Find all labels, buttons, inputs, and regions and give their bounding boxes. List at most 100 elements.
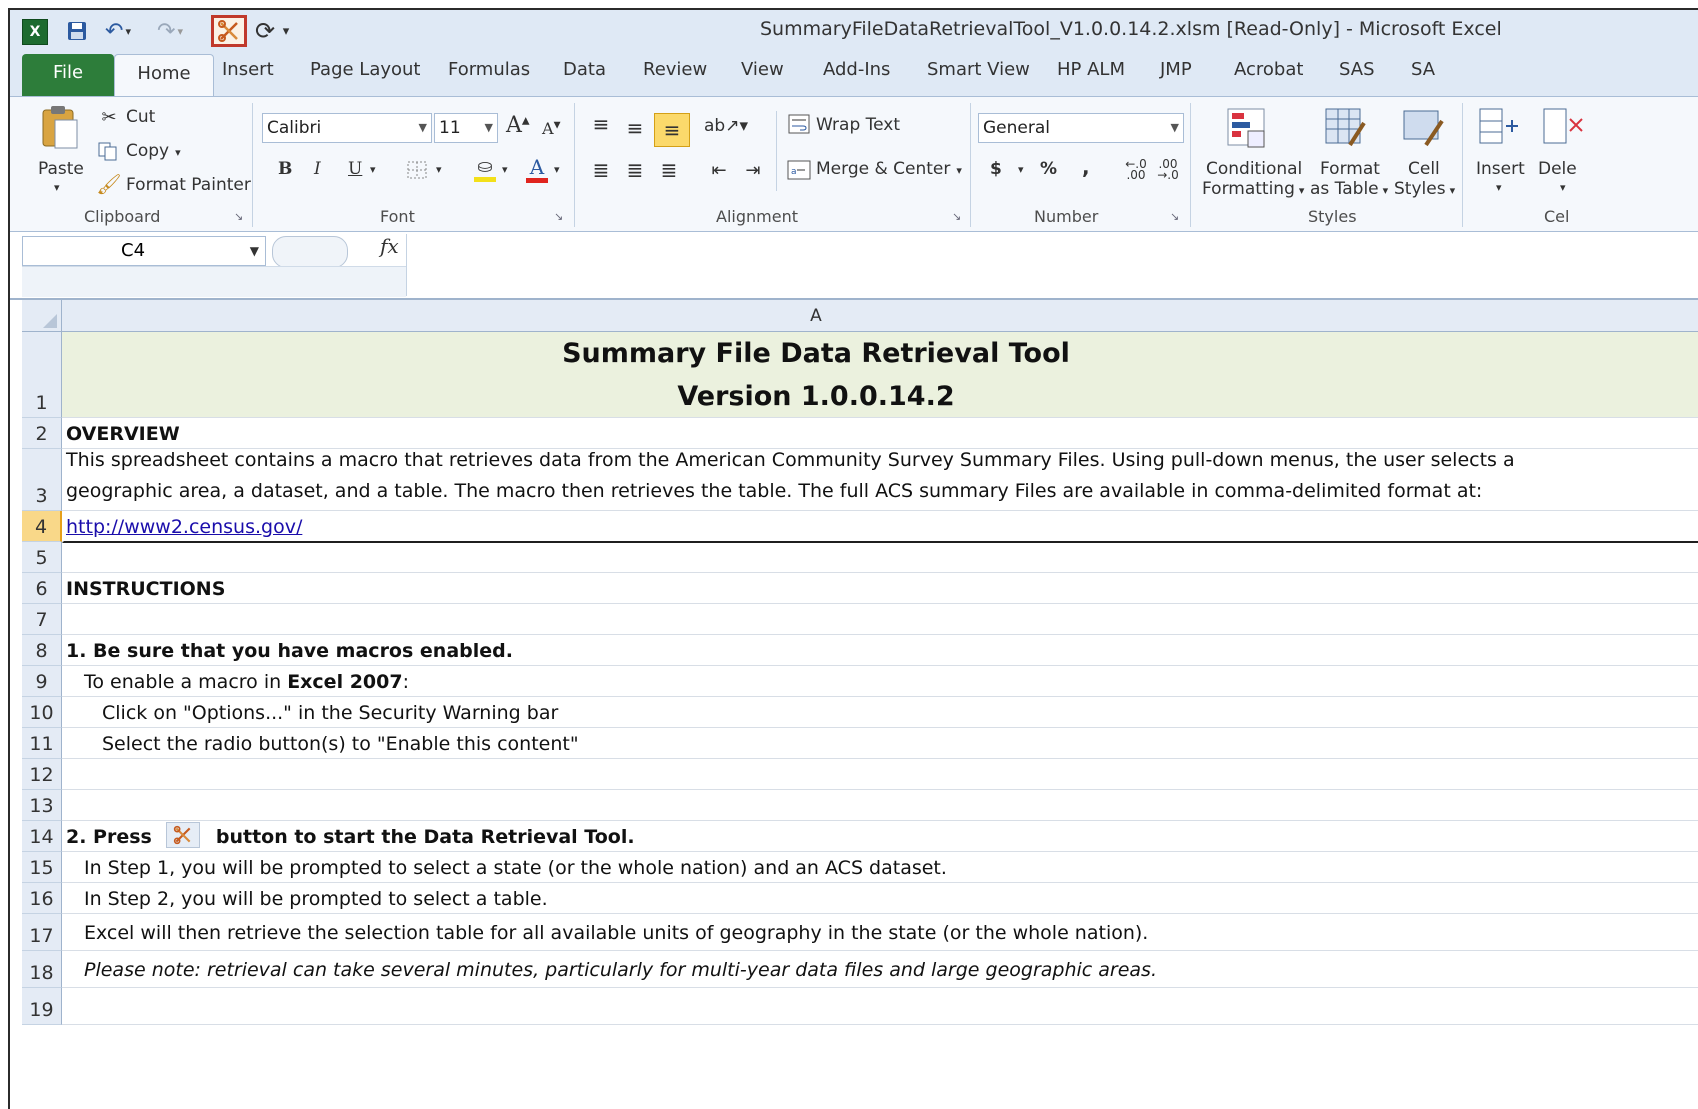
overview-text-cell[interactable]: This spreadsheet contains a macro that r… bbox=[62, 449, 1698, 511]
underline-dropdown-icon[interactable]: ▾ bbox=[370, 163, 376, 176]
copy-button[interactable]: Copy ▾ bbox=[126, 141, 181, 161]
decrease-indent-icon[interactable]: ⇤ bbox=[706, 159, 732, 181]
step-1-heading[interactable]: 1. Be sure that you have macros enabled. bbox=[62, 635, 1698, 666]
align-right-icon[interactable]: ≣ bbox=[656, 158, 682, 182]
format-painter-icon[interactable]: 🖌 bbox=[96, 172, 122, 196]
refresh-icon[interactable]: ⟳ bbox=[252, 17, 278, 45]
comma-button[interactable]: , bbox=[1082, 155, 1090, 179]
tab-review[interactable]: Review bbox=[643, 59, 707, 80]
empty-cell[interactable] bbox=[62, 604, 1698, 635]
column-header-a[interactable]: A bbox=[62, 306, 1570, 326]
format-as-table-button[interactable]: Format bbox=[1320, 159, 1380, 179]
align-bottom-icon[interactable]: ≡ bbox=[654, 113, 690, 147]
row-header[interactable]: 16 bbox=[22, 883, 62, 914]
alignment-launcher-icon[interactable]: ↘ bbox=[952, 210, 961, 223]
insert-cells-dropdown-icon[interactable]: ▾ bbox=[1496, 181, 1502, 194]
options-instruction-cell[interactable]: Click on "Options..." in the Security Wa… bbox=[62, 697, 1698, 728]
tab-sa[interactable]: SA bbox=[1411, 59, 1435, 80]
note-cell[interactable]: Please note: retrieval can take several … bbox=[62, 951, 1698, 988]
number-format-select[interactable]: General ▼ bbox=[978, 113, 1184, 143]
tab-file[interactable]: File bbox=[22, 54, 114, 96]
row-header[interactable]: 10 bbox=[22, 697, 62, 728]
instructions-heading[interactable]: INSTRUCTIONS bbox=[62, 573, 1698, 604]
align-top-icon[interactable]: ≡ bbox=[588, 112, 614, 136]
cell-styles-button-line2[interactable]: Styles ▾ bbox=[1394, 179, 1455, 199]
row-header[interactable]: 5 bbox=[22, 542, 62, 573]
empty-cell[interactable] bbox=[62, 542, 1698, 573]
tab-home[interactable]: Home bbox=[114, 54, 214, 96]
empty-cell[interactable] bbox=[62, 790, 1698, 821]
align-middle-icon[interactable]: ≡ bbox=[622, 116, 648, 140]
radio-instruction-cell[interactable]: Select the radio button(s) to "Enable th… bbox=[62, 728, 1698, 759]
row-header[interactable]: 11 bbox=[22, 728, 62, 759]
row-header[interactable]: 18 bbox=[22, 951, 62, 988]
insert-cells-button[interactable]: Insert bbox=[1476, 159, 1525, 179]
font-name-select[interactable]: Calibri ▼ bbox=[262, 113, 432, 143]
orientation-icon[interactable]: ab↗▾ bbox=[704, 115, 748, 137]
borders-icon[interactable] bbox=[404, 159, 430, 181]
number-launcher-icon[interactable]: ↘ bbox=[1170, 210, 1179, 223]
delete-cells-button[interactable]: Dele bbox=[1538, 159, 1577, 179]
cell-styles-icon[interactable] bbox=[1400, 105, 1446, 151]
font-color-icon[interactable]: A bbox=[524, 153, 550, 185]
row-header[interactable]: 17 bbox=[22, 914, 62, 951]
save-icon[interactable] bbox=[64, 19, 90, 43]
paste-dropdown-icon[interactable]: ▾ bbox=[54, 181, 60, 194]
redo-icon[interactable]: ↷ ▾ bbox=[150, 19, 190, 44]
census-link[interactable]: http://www2.census.gov/ bbox=[66, 516, 302, 538]
tab-formulas[interactable]: Formulas bbox=[448, 59, 530, 80]
decrease-decimal-icon[interactable]: .00 →.0 bbox=[1154, 157, 1182, 183]
name-box[interactable]: C4 ▼ bbox=[22, 236, 266, 266]
row-header[interactable]: 13 bbox=[22, 790, 62, 821]
formula-bar-resize-handle[interactable] bbox=[272, 236, 348, 268]
italic-button[interactable]: I bbox=[314, 159, 321, 179]
clipboard-launcher-icon[interactable]: ↘ bbox=[234, 210, 243, 223]
increase-indent-icon[interactable]: ⇥ bbox=[740, 159, 766, 181]
wrap-text-icon[interactable] bbox=[786, 113, 812, 135]
tab-hp-alm[interactable]: HP ALM bbox=[1057, 59, 1125, 80]
enable-macro-cell[interactable]: To enable a macro in Excel 2007: bbox=[62, 666, 1698, 697]
cut-button[interactable]: Cut bbox=[126, 107, 155, 127]
tab-page-layout[interactable]: Page Layout bbox=[310, 59, 421, 80]
grow-font-button[interactable]: A▲ bbox=[506, 113, 530, 138]
tab-view[interactable]: View bbox=[741, 59, 784, 80]
conditional-formatting-button[interactable]: Conditional bbox=[1206, 159, 1302, 179]
font-launcher-icon[interactable]: ↘ bbox=[554, 210, 563, 223]
data-retrieval-macro-icon[interactable] bbox=[211, 15, 247, 47]
name-box-dropdown-icon[interactable]: ▼ bbox=[250, 244, 259, 258]
empty-cell[interactable] bbox=[62, 988, 1698, 1025]
title-cell[interactable]: Summary File Data Retrieval Tool Version… bbox=[62, 332, 1698, 418]
bold-button[interactable]: B bbox=[278, 159, 292, 179]
row-header[interactable]: 19 bbox=[22, 988, 62, 1025]
currency-dropdown-icon[interactable]: ▾ bbox=[1018, 163, 1024, 176]
row-header[interactable]: 9 bbox=[22, 666, 62, 697]
merge-center-icon[interactable]: a bbox=[786, 159, 812, 181]
tab-jmp[interactable]: JMP bbox=[1160, 59, 1192, 80]
retrieve-instruction-cell[interactable]: Excel will then retrieve the selection t… bbox=[62, 914, 1698, 951]
tab-insert[interactable]: Insert bbox=[222, 59, 274, 80]
conditional-formatting-icon[interactable] bbox=[1224, 105, 1270, 151]
row-header[interactable]: 6 bbox=[22, 573, 62, 604]
tab-data[interactable]: Data bbox=[563, 59, 606, 80]
row-header[interactable]: 8 bbox=[22, 635, 62, 666]
currency-button[interactable]: $ bbox=[990, 159, 1002, 179]
wrap-text-button[interactable]: Wrap Text bbox=[816, 115, 900, 135]
paste-icon[interactable] bbox=[38, 103, 82, 151]
copy-icon[interactable] bbox=[96, 141, 120, 161]
font-color-dropdown-icon[interactable]: ▾ bbox=[554, 163, 560, 176]
fill-color-dropdown-icon[interactable]: ▾ bbox=[502, 163, 508, 176]
format-painter-button[interactable]: Format Painter bbox=[126, 175, 251, 195]
row-header[interactable]: 7 bbox=[22, 604, 62, 635]
insert-function-icon[interactable]: fx bbox=[380, 234, 399, 258]
merge-center-button[interactable]: Merge & Center ▾ bbox=[816, 159, 962, 179]
insert-cells-icon[interactable] bbox=[1476, 105, 1522, 151]
cell-styles-button[interactable]: Cell bbox=[1408, 159, 1440, 179]
paste-button[interactable]: Paste bbox=[38, 159, 84, 179]
percent-button[interactable]: % bbox=[1040, 159, 1057, 179]
customize-toolbar-icon[interactable]: ▾ bbox=[278, 19, 294, 43]
row-header[interactable]: 2 bbox=[22, 418, 62, 449]
shrink-font-button[interactable]: A▼ bbox=[542, 119, 560, 138]
link-cell[interactable]: http://www2.census.gov/ bbox=[62, 511, 1698, 542]
step-1-instruction-cell[interactable]: In Step 1, you will be prompted to selec… bbox=[62, 852, 1698, 883]
undo-icon[interactable]: ↶ ▾ bbox=[98, 19, 138, 44]
